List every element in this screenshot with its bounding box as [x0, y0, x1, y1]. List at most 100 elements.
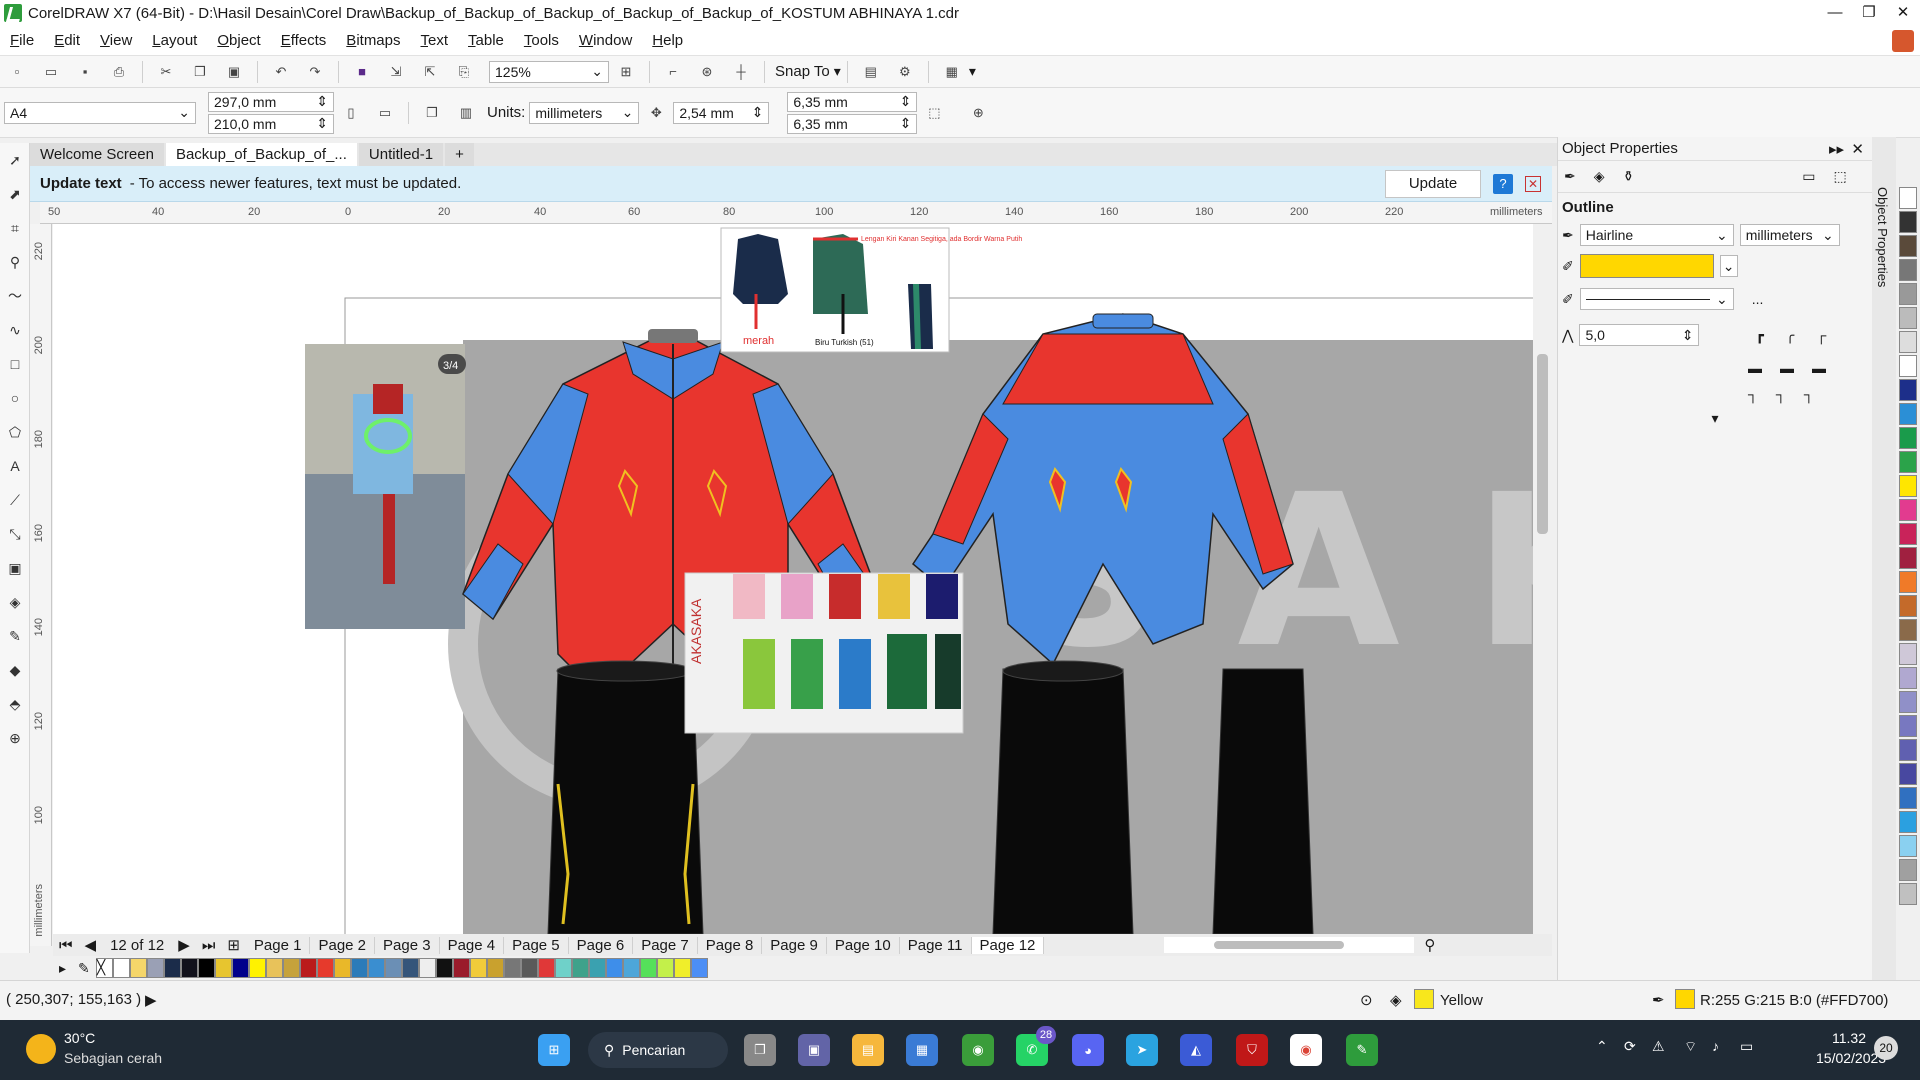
portrait-icon[interactable]: ▯: [340, 102, 362, 124]
chevron-down-icon[interactable]: ⌄: [1719, 255, 1738, 277]
palette-swatch[interactable]: [401, 958, 419, 978]
menu-table[interactable]: Table: [458, 32, 514, 49]
eyedropper-icon[interactable]: ✎: [72, 960, 96, 977]
menu-help[interactable]: Help: [642, 32, 693, 49]
drop-shadow-tool-icon[interactable]: ▣: [0, 551, 30, 585]
horizontal-ruler[interactable]: 50 40 20 0 20 40 60 80 100 120 140 160 1…: [40, 202, 1552, 224]
store-icon[interactable]: ▦: [906, 1034, 938, 1066]
vertical-scrollbar[interactable]: [1533, 224, 1552, 934]
rectangle-tool-icon[interactable]: □: [0, 347, 30, 381]
mcafee-icon[interactable]: ⛉: [1236, 1034, 1268, 1066]
palette-swatch[interactable]: [384, 958, 402, 978]
palette-swatch[interactable]: [1899, 667, 1917, 689]
palette-swatch[interactable]: [690, 958, 708, 978]
dimension-tool-icon[interactable]: ⟋: [0, 483, 30, 517]
palette-swatch[interactable]: [146, 958, 164, 978]
no-color-swatch[interactable]: ╳: [95, 958, 113, 978]
open-icon[interactable]: ▭: [40, 61, 62, 83]
menu-file[interactable]: File: [0, 32, 44, 49]
palette-swatch[interactable]: [1899, 499, 1917, 521]
page-size-select[interactable]: A4 ⌄: [4, 101, 196, 124]
ellipse-tool-icon[interactable]: ○: [0, 381, 30, 415]
position-inside-icon[interactable]: ┐: [1748, 386, 1758, 402]
palette-swatch[interactable]: [1899, 811, 1917, 833]
redo-icon[interactable]: ↷: [304, 61, 326, 83]
hscroll-thumb[interactable]: [1214, 941, 1345, 949]
palette-swatch[interactable]: [1899, 475, 1917, 497]
help-icon[interactable]: ?: [1493, 174, 1513, 194]
palette-swatch[interactable]: [452, 958, 470, 978]
add-icon[interactable]: ⊕: [967, 102, 989, 124]
palette-swatch[interactable]: [299, 958, 317, 978]
palette-swatch[interactable]: [1899, 715, 1917, 737]
vertical-ruler[interactable]: 220 200 180 160 140 120 100 millimeters: [30, 224, 52, 946]
page-tab-6[interactable]: Page 6: [569, 936, 634, 954]
menu-layout[interactable]: Layout: [142, 32, 207, 49]
transparency-tab-icon[interactable]: ⚱: [1623, 168, 1635, 185]
palette-swatch[interactable]: [673, 958, 691, 978]
palette-swatch[interactable]: [418, 958, 436, 978]
palette-swatch[interactable]: [1899, 595, 1917, 617]
palette-swatch[interactable]: [1899, 643, 1917, 665]
zoom-fit-icon[interactable]: ⊞: [615, 61, 637, 83]
palette-swatch[interactable]: [197, 958, 215, 978]
guidelines-toggle-icon[interactable]: ┼: [730, 61, 752, 83]
menu-edit[interactable]: Edit: [44, 32, 90, 49]
page-tab-4[interactable]: Page 4: [440, 936, 505, 954]
undo-icon[interactable]: ↶: [270, 61, 292, 83]
copy-icon[interactable]: ❐: [189, 61, 211, 83]
menu-window[interactable]: Window: [569, 32, 642, 49]
page-tab-7[interactable]: Page 7: [633, 936, 698, 954]
menu-text[interactable]: Text: [411, 32, 459, 49]
palette-swatch[interactable]: [350, 958, 368, 978]
palette-swatch[interactable]: [537, 958, 555, 978]
page-width-field[interactable]: 297,0 mm ⇕: [208, 91, 334, 112]
start-icon[interactable]: ⊞: [538, 1034, 570, 1066]
palette-swatch[interactable]: [1899, 523, 1917, 545]
palette-swatch[interactable]: [588, 958, 606, 978]
tray-alert-icon[interactable]: ⚠: [1652, 1038, 1665, 1055]
search-content-icon[interactable]: ■: [351, 61, 373, 83]
landscape-icon[interactable]: ▭: [374, 102, 396, 124]
battery-icon[interactable]: ▭: [1740, 1038, 1753, 1055]
publish-pdf-icon[interactable]: ⎘: [453, 61, 475, 83]
page-tab-12[interactable]: Page 12: [971, 936, 1045, 954]
prev-page-icon[interactable]: ◀: [79, 936, 103, 954]
palette-swatch[interactable]: [248, 958, 266, 978]
clock-time[interactable]: 11.32: [1832, 1030, 1866, 1046]
position-center-icon[interactable]: ┐: [1776, 386, 1786, 402]
docker-expand-icon[interactable]: ▸▸: [1829, 140, 1844, 158]
text-tool-icon[interactable]: A: [0, 449, 30, 483]
palette-swatch[interactable]: [1899, 763, 1917, 785]
artistic-media-icon[interactable]: ∿: [0, 313, 30, 347]
outline-tab-icon[interactable]: ✒: [1564, 168, 1576, 185]
page-tab-2[interactable]: Page 2: [310, 936, 376, 954]
next-page-icon[interactable]: ▶: [172, 936, 196, 954]
palette-swatch[interactable]: [1899, 835, 1917, 857]
palette-swatch[interactable]: [333, 958, 351, 978]
polygon-tool-icon[interactable]: ⬠: [0, 415, 30, 449]
palette-swatch[interactable]: [1899, 619, 1917, 641]
palette-swatch[interactable]: [486, 958, 504, 978]
discord-icon[interactable]: ◕: [1072, 1034, 1104, 1066]
tab-untitled-1[interactable]: Untitled-1: [358, 143, 444, 166]
notification-count[interactable]: 20: [1874, 1036, 1898, 1060]
palette-swatch[interactable]: [180, 958, 198, 978]
restore-button[interactable]: ❐: [1852, 0, 1886, 26]
connector-tool-icon[interactable]: ⤡: [0, 517, 30, 551]
drawing-canvas[interactable]: S A K 3/4: [53, 224, 1533, 934]
page-tab-1[interactable]: Page 1: [246, 936, 311, 954]
menu-effects[interactable]: Effects: [271, 32, 337, 49]
wifi-icon[interactable]: ⌔: [1684, 1038, 1697, 1056]
palette-swatch[interactable]: [1899, 259, 1917, 281]
docker-panel-icon[interactable]: ▭: [1802, 168, 1815, 185]
page-tab-8[interactable]: Page 8: [698, 936, 763, 954]
palette-swatch[interactable]: [639, 958, 657, 978]
add-tool-icon[interactable]: ⊕: [0, 721, 30, 755]
page-tab-11[interactable]: Page 11: [900, 936, 972, 954]
current-page-icon[interactable]: ▥: [455, 102, 477, 124]
palette-swatch[interactable]: [231, 958, 249, 978]
snap-to-dropdown[interactable]: Snap To: [775, 63, 830, 80]
volume-icon[interactable]: ♪: [1712, 1038, 1719, 1054]
import-icon[interactable]: ⇲: [385, 61, 407, 83]
